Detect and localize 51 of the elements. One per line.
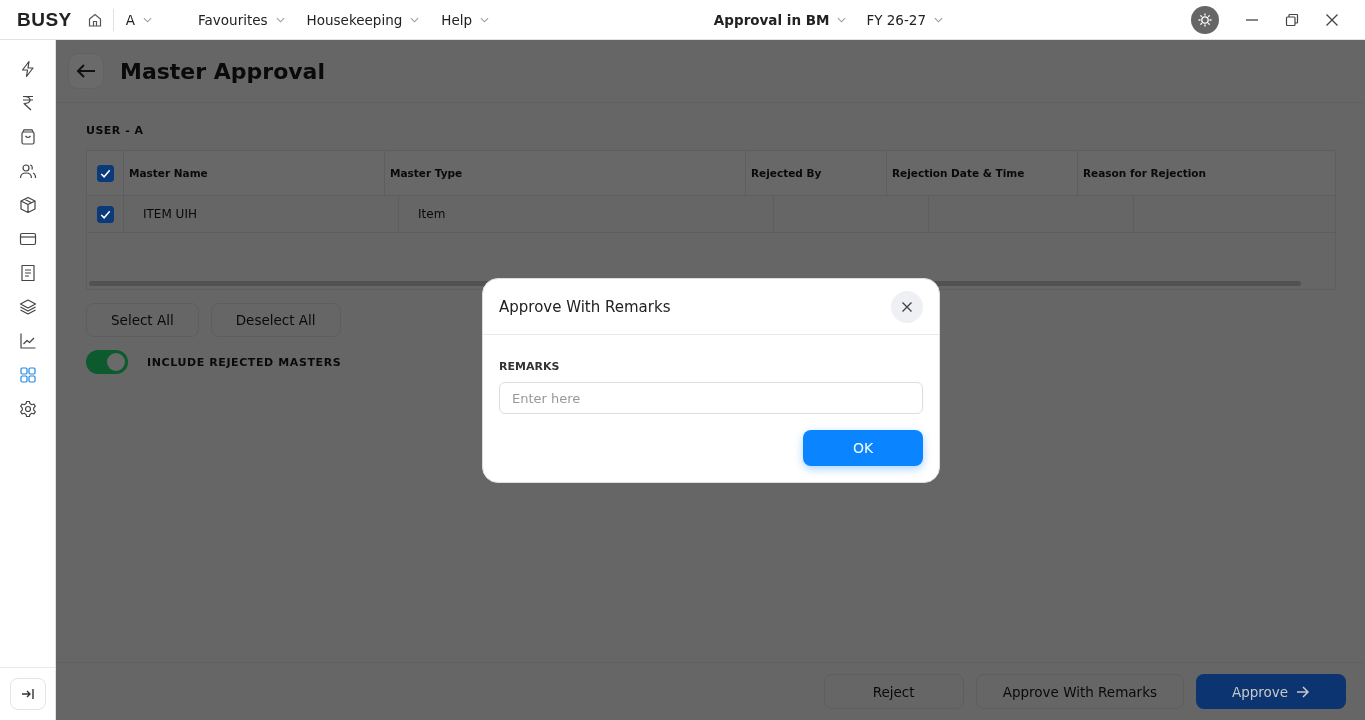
grid-icon[interactable] [18, 366, 37, 384]
fiscal-year-dropdown[interactable]: FY 26-27 [866, 11, 943, 28]
chevron-down-icon [934, 16, 943, 23]
column-header: Master Type [390, 167, 463, 179]
menu-item[interactable]: Favourites [198, 11, 285, 28]
row-checkbox[interactable] [96, 205, 114, 223]
logo: BUSY [17, 8, 72, 31]
column-header: Master Name [129, 167, 208, 179]
card-icon[interactable] [18, 230, 37, 248]
table-cell: ITEM UIH [143, 207, 197, 221]
arrow-right-icon [1296, 685, 1311, 698]
ok-button[interactable]: OK [803, 430, 923, 466]
column-header: Reason for Rejection [1083, 167, 1206, 179]
theme-toggle-icon[interactable] [1191, 5, 1219, 34]
document-icon[interactable] [18, 264, 37, 282]
toggle-label: INCLUDE REJECTED MASTERS [147, 355, 342, 369]
dialog-title: Approve With Remarks [499, 297, 671, 316]
column-header: Rejected By [751, 167, 822, 179]
chevron-down-icon [143, 16, 153, 23]
chart-icon[interactable] [18, 332, 37, 350]
menu-item[interactable]: Housekeeping [306, 11, 420, 28]
expand-sidebar-button[interactable] [9, 678, 46, 710]
back-button[interactable] [68, 53, 104, 89]
remarks-input[interactable]: Enter here [499, 382, 923, 414]
include-rejected-toggle[interactable] [86, 350, 128, 374]
chevron-down-icon [837, 16, 847, 23]
table-cell: Item [418, 207, 446, 221]
user-label: USER - A [86, 124, 145, 137]
users-icon[interactable] [18, 162, 37, 180]
select-all-checkbox[interactable] [96, 164, 114, 182]
menu-item[interactable]: Help [441, 11, 490, 28]
approve-button[interactable]: Approve [1196, 674, 1346, 709]
close-button[interactable] [891, 290, 923, 323]
chevron-down-icon [410, 16, 420, 23]
close-icon[interactable] [1325, 12, 1339, 27]
close-icon [901, 300, 913, 313]
chevron-down-icon [275, 16, 285, 23]
page-title: Master Approval [120, 58, 325, 84]
settings-icon[interactable] [18, 400, 37, 418]
back-arrow-icon [76, 63, 96, 79]
home-icon[interactable] [86, 11, 103, 28]
arrow-to-bar-icon [20, 688, 35, 700]
layers-icon[interactable] [18, 298, 37, 316]
company-dropdown[interactable]: A [125, 11, 153, 28]
bag-icon[interactable] [18, 128, 37, 146]
column-header: Rejection Date & Time [892, 167, 1025, 179]
chevron-down-icon [480, 16, 490, 23]
box-icon[interactable] [18, 196, 37, 214]
restore-icon[interactable] [1285, 12, 1299, 27]
field-label: REMARKS [499, 360, 561, 373]
context-dropdown[interactable]: Approval in BM [713, 11, 847, 28]
